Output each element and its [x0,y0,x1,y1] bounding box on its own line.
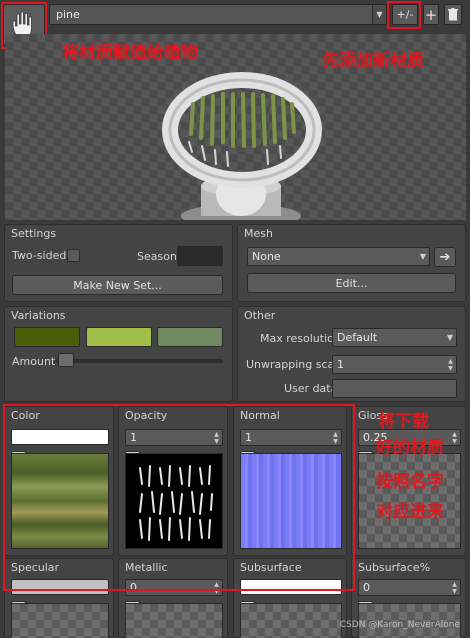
mesh-panel: Mesh None ▼ ➔ Edit... [237,224,466,302]
chevron-down-icon: ▼ [446,333,454,342]
spinner-icon[interactable]: ▲ ▼ [449,580,460,595]
delete-material-button[interactable] [444,4,462,25]
variation-color-2[interactable] [86,327,152,347]
specular-texture-empty[interactable] [11,603,109,638]
amount-slider-handle[interactable] [58,353,75,367]
variation-color-3[interactable] [157,327,223,347]
watermark: CSDN @Karon_NeverAlone [339,620,460,630]
variations-panel: Variations Amount [4,306,233,402]
two-sided-checkbox[interactable] [67,249,80,262]
max-resolution-label: Max resolution [260,332,341,345]
texture-highlight-box [3,404,355,591]
add-material-button[interactable]: + [423,4,439,25]
subsurface-percent-value: 0 [363,581,370,594]
spinner-icon[interactable]: ▲ ▼ [449,430,460,445]
subsurface-percent-input[interactable]: 0 ▲ ▼ [358,579,461,596]
other-panel: Other Max resolution Default ▼ Unwrappin… [237,306,466,402]
mesh-value: None [252,250,281,263]
add-highlight-box [387,1,421,29]
user-data-label: User data [284,382,338,395]
chevron-down-icon: ▼ [372,5,386,24]
amount-label: Amount [12,355,56,368]
season-label: Season [137,250,177,263]
variation-color-1[interactable] [14,327,80,347]
unwrapping-scale-value: 1 [337,358,344,371]
annotation-assign-material: 将材质赋值给植物 [62,43,198,63]
other-title: Other [244,309,276,322]
annotation-download-line-4: 对应进来 [376,502,444,522]
metallic-texture-empty[interactable] [125,603,223,638]
settings-panel: Settings Two-sided Season Make New Set..… [4,224,233,302]
annotation-download-line-2: 好的材质 [376,438,444,458]
user-data-input[interactable] [332,379,457,398]
settings-title: Settings [11,227,57,240]
annotation-download-line-1: 将下载 [378,412,429,432]
mesh-edit-label: Edit... [335,276,368,290]
chevron-down-icon: ▼ [419,252,427,261]
mesh-select[interactable]: None ▼ [247,247,430,266]
arrow-right-icon: ➔ [439,249,451,265]
make-new-set-button[interactable]: Make New Set... [12,275,223,295]
mesh-edit-button[interactable]: Edit... [247,273,456,293]
season-color-swatch[interactable] [177,246,223,266]
two-sided-label: Two-sided [12,249,67,262]
unwrapping-scale-label: Unwrapping scale [246,358,345,371]
subsurface-texture-empty[interactable] [240,603,342,638]
mesh-go-button[interactable]: ➔ [434,247,456,267]
annotation-download-line-3: 按照名字 [376,472,444,492]
material-select[interactable]: pine ▼ [49,4,387,25]
max-resolution-value: Default [337,331,378,344]
material-name: pine [56,8,80,21]
spinner-icon[interactable]: ▲ ▼ [445,356,456,373]
amount-slider-track[interactable] [55,359,223,363]
subsurface-percent-label: Subsurface% [358,561,431,574]
annotation-add-new-material: 先添加新材质 [322,51,424,71]
add-label: + [424,5,438,24]
max-resolution-select[interactable]: Default ▼ [332,328,457,347]
make-new-set-label: Make New Set... [73,278,162,292]
unwrapping-scale-input[interactable]: 1 ▲ ▼ [332,355,457,374]
mesh-title: Mesh [244,227,273,240]
trash-icon [448,8,458,21]
variations-title: Variations [11,309,66,322]
